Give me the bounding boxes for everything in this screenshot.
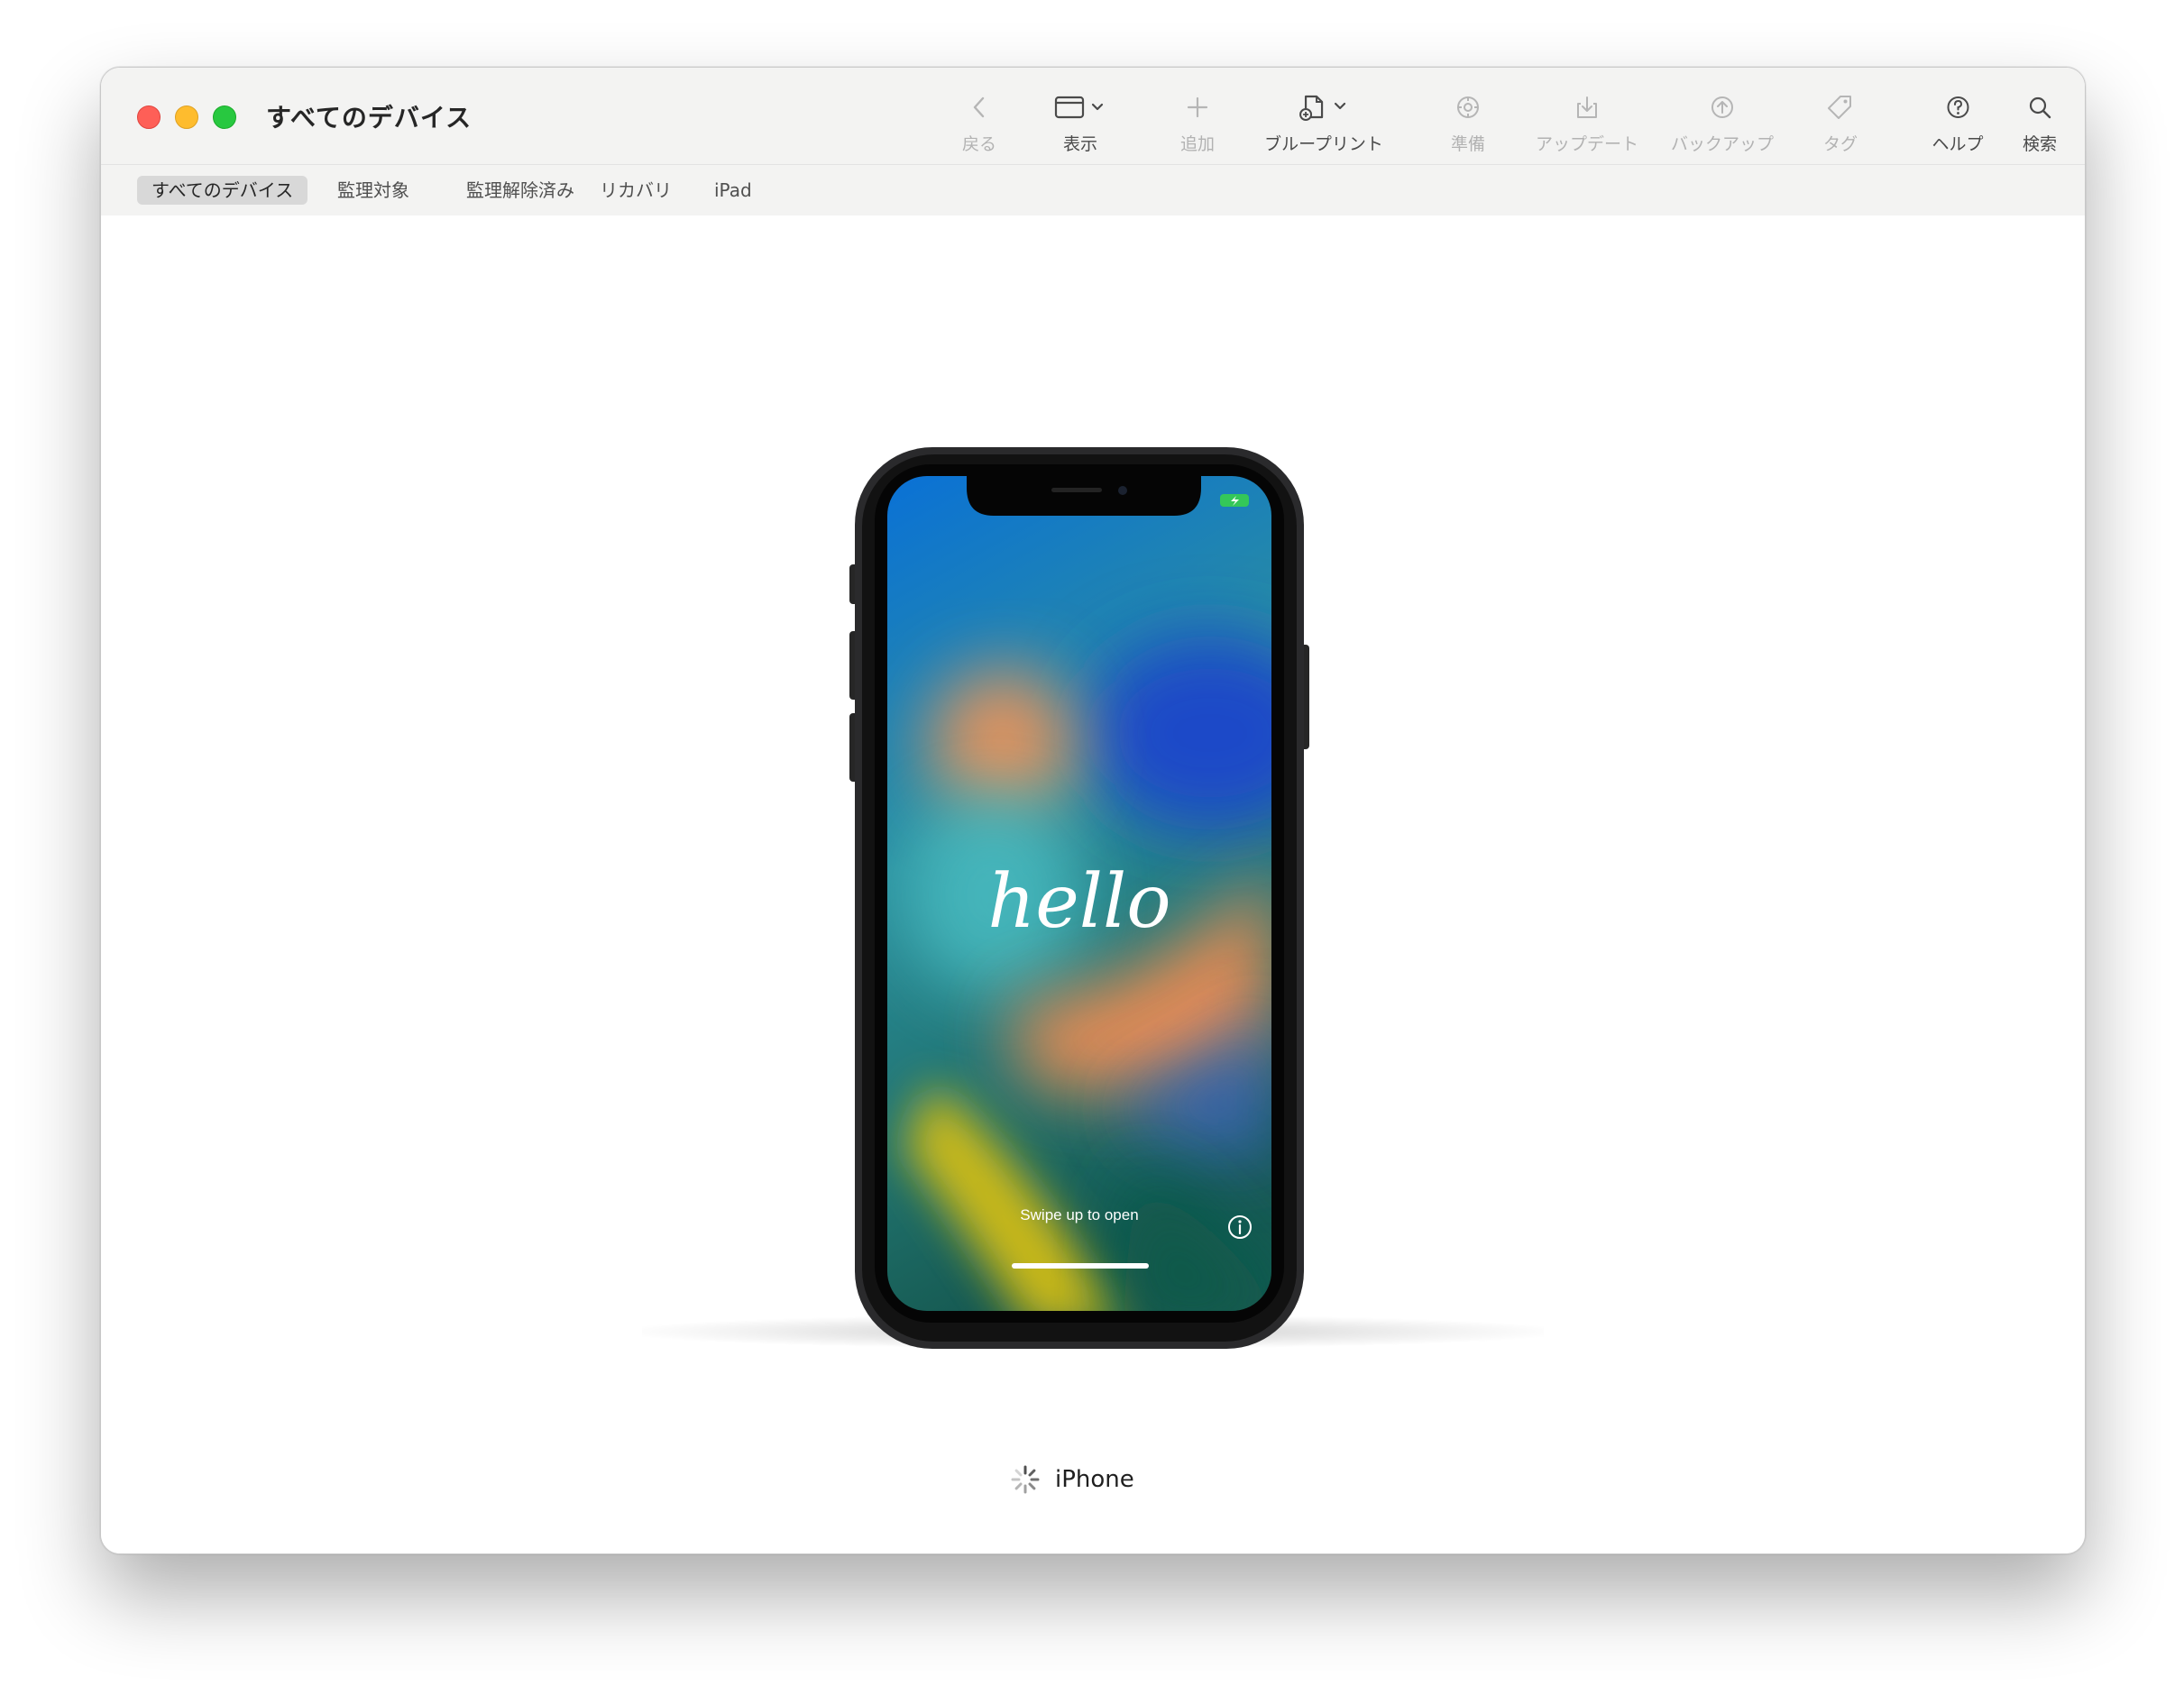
device-tile-iphone[interactable]: hello Swipe up to open bbox=[849, 444, 1336, 1373]
filter-bar: すべてのデバイス 監理対象 監理解除済み リカバリ iPad bbox=[101, 164, 2085, 216]
prepare-button[interactable]: 準備 bbox=[1451, 89, 1485, 155]
close-button[interactable] bbox=[137, 105, 161, 129]
hello-greeting: hello bbox=[987, 859, 1170, 945]
device-area: hello Swipe up to open iPhone bbox=[101, 215, 2085, 1553]
search-icon bbox=[2026, 89, 2053, 125]
window-title: すべてのデバイス bbox=[266, 103, 473, 133]
device-caption[interactable]: iPhone bbox=[1010, 1464, 1134, 1495]
tag-label: タグ bbox=[1822, 134, 1858, 154]
front-camera bbox=[1118, 486, 1127, 495]
back-label: 戻る bbox=[961, 134, 997, 154]
speaker-grille bbox=[1051, 488, 1102, 492]
notch bbox=[967, 476, 1201, 516]
blueprint-button[interactable]: ブループリント bbox=[1264, 89, 1383, 155]
back-button[interactable]: 戻る bbox=[962, 89, 996, 155]
arrow-up-circle-icon bbox=[1709, 89, 1736, 125]
spinner-icon bbox=[1011, 1465, 1040, 1494]
filter-supervised[interactable]: 監理対象 bbox=[323, 176, 424, 205]
view-button[interactable]: 表示 bbox=[1053, 89, 1107, 155]
window-view-icon bbox=[1053, 89, 1107, 125]
filter-ipad[interactable]: iPad bbox=[700, 176, 766, 205]
help-icon bbox=[1944, 89, 1971, 125]
gear-icon bbox=[1454, 89, 1482, 125]
minimize-button[interactable] bbox=[175, 105, 198, 129]
zoom-button[interactable] bbox=[213, 105, 236, 129]
filter-all-devices[interactable]: すべてのデバイス bbox=[137, 176, 308, 205]
blueprint-icon bbox=[1297, 89, 1351, 125]
update-button[interactable]: アップデート bbox=[1536, 89, 1638, 155]
swipe-hint: Swipe up to open bbox=[1020, 1206, 1138, 1223]
help-label: ヘルプ bbox=[1932, 134, 1984, 154]
backup-button[interactable]: バックアップ bbox=[1671, 89, 1774, 155]
title-bar: すべてのデバイス 戻る 表示 追加 ブループリント 準備 アップデート バックア… bbox=[101, 68, 2085, 164]
window-controls bbox=[137, 105, 236, 129]
search-label: 検索 bbox=[2022, 134, 2058, 154]
search-button[interactable]: 検索 bbox=[2023, 89, 2057, 155]
app-window: すべてのデバイス 戻る 表示 追加 ブループリント 準備 アップデート バックア… bbox=[100, 67, 2086, 1554]
chevron-left-icon bbox=[966, 89, 993, 125]
add-label: 追加 bbox=[1179, 134, 1216, 154]
prepare-label: 準備 bbox=[1450, 134, 1486, 154]
update-label: アップデート bbox=[1535, 134, 1639, 154]
add-button[interactable]: 追加 bbox=[1180, 89, 1215, 155]
view-label: 表示 bbox=[1062, 134, 1097, 154]
help-button[interactable]: ヘルプ bbox=[1932, 89, 1984, 155]
battery-icon bbox=[1220, 494, 1249, 507]
filter-unsupervised[interactable]: 監理解除済み bbox=[452, 176, 589, 205]
blueprint-label: ブループリント bbox=[1264, 134, 1383, 154]
home-indicator bbox=[1012, 1263, 1149, 1269]
tag-button[interactable]: タグ bbox=[1823, 89, 1858, 155]
tag-icon bbox=[1826, 89, 1855, 125]
device-name: iPhone bbox=[1055, 1466, 1134, 1493]
plus-icon bbox=[1184, 89, 1211, 125]
download-tray-icon bbox=[1574, 89, 1601, 125]
backup-label: バックアップ bbox=[1670, 134, 1775, 154]
filter-recovery[interactable]: リカバリ bbox=[585, 176, 686, 205]
